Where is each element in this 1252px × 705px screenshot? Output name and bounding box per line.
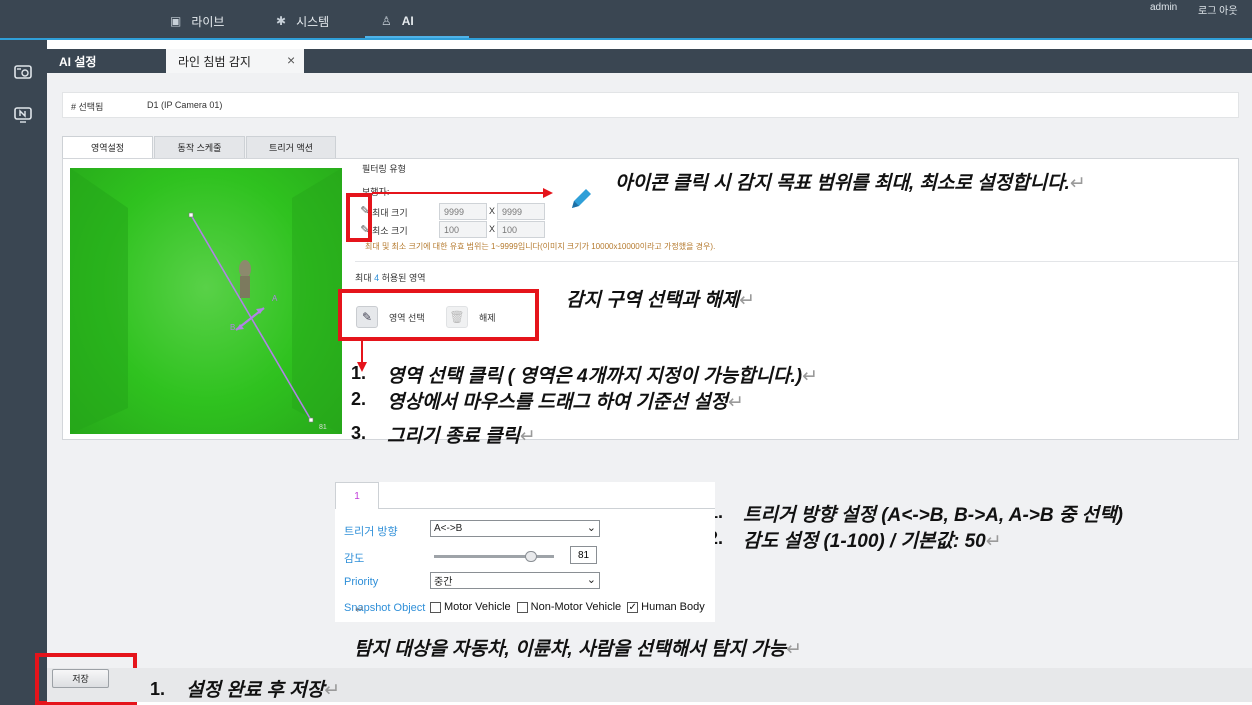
step1-number: 1.	[351, 363, 367, 383]
step3-number: 3.	[351, 423, 367, 443]
annotation-trigger2-text: 감도 설정 (1-100) / 기본값: 50	[743, 531, 986, 552]
annotation-object-note-text: 탐지 대상을 자동차, 이륜차, 사람을 선택해서 탐지 가능	[354, 639, 787, 660]
snapshot-return-mark: ↵	[355, 604, 365, 616]
annotation-icon-note: 아이콘 클릭 시 감지 목표 범위를 최대, 최소로 설정합니다.↵	[615, 168, 1086, 195]
non-motor-vehicle-label: Non-Motor Vehicle	[530, 601, 622, 613]
priority-select[interactable]: 중간 ⌄	[430, 572, 600, 589]
chevron-down-icon: ⌄	[586, 522, 596, 534]
save-button[interactable]: 저장	[52, 669, 109, 688]
annotation-trigger1: 트리거 방향 설정 (A<->B, B->A, A->B 중 선택)	[743, 500, 1123, 527]
rule-tab-1[interactable]: 1	[335, 482, 379, 509]
annotation-trigger2: 감도 설정 (1-100) / 기본값: 50↵	[743, 526, 1002, 553]
direction-select-value: A<->B	[434, 523, 463, 534]
snapshot-options: Motor Vehicle Non-Motor Vehicle ✓ Human …	[430, 601, 705, 613]
annotation-step3-text: 그리기 종료 클릭	[387, 426, 520, 447]
human-body-checkbox[interactable]: ✓	[627, 601, 639, 613]
annotation-step2-text: 영상에서 마우스를 드래그 하여 기준선 설정	[387, 392, 729, 413]
return-mark: ↵	[802, 366, 818, 387]
annotation-save-note-text: 설정 완료 후 저장	[186, 680, 325, 701]
annotation-area-note-text: 감지 구역 선택과 해제	[566, 290, 740, 311]
large-pencil-icon	[568, 186, 594, 217]
annotation-trigger1-text: 트리거 방향 설정 (A<->B, B->A, A->B 중 선택)	[743, 505, 1123, 526]
annotation-area-note: 감지 구역 선택과 해제↵	[566, 285, 755, 312]
annotation-icon-note-text: 아이콘 클릭 시 감지 목표 범위를 최대, 최소로 설정합니다.	[615, 173, 1070, 194]
rule-tab-line	[379, 508, 715, 509]
return-mark: ↵	[519, 426, 536, 447]
non-motor-vehicle-checkbox[interactable]	[516, 601, 528, 613]
save-step-number: 1.	[150, 679, 166, 699]
annotation-step1: 영역 선택 클릭 ( 영역은 4개까지 지정이 가능합니다.)↵	[387, 361, 818, 388]
annotation-save-note: 설정 완료 후 저장↵	[186, 675, 340, 702]
sensitivity-value-field[interactable]: 81	[570, 546, 597, 564]
return-mark: ↵	[739, 290, 756, 311]
annotation-step2: 영상에서 마우스를 드래그 하여 기준선 설정↵	[387, 387, 744, 414]
direction-label: 트리거 방향	[344, 526, 398, 538]
annotation-step3: 그리기 종료 클릭↵	[387, 421, 536, 448]
return-mark: ↵	[728, 392, 744, 413]
priority-label: Priority	[344, 576, 379, 588]
large-pencil-icon-glyph	[572, 189, 591, 208]
direction-select[interactable]: A<->B ⌄	[430, 520, 600, 537]
step2-number: 2.	[351, 389, 367, 409]
chevron-down-icon: ⌄	[586, 574, 596, 586]
return-mark: ↵	[1069, 173, 1086, 194]
annotation-step1-text: 영역 선택 클릭 ( 영역은 4개까지 지정이 가능합니다.)	[387, 366, 803, 387]
motor-vehicle-label: Motor Vehicle	[444, 601, 511, 613]
human-body-label: Human Body	[641, 601, 705, 613]
sensitivity-label: 감도	[344, 553, 365, 565]
sensitivity-slider-thumb[interactable]	[525, 551, 538, 562]
motor-vehicle-checkbox[interactable]	[430, 601, 441, 613]
return-mark: ↵	[324, 680, 341, 701]
annotation-object-note: 탐지 대상을 자동차, 이륜차, 사람을 선택해서 탐지 가능↵	[354, 634, 802, 661]
return-mark: ↵	[985, 531, 1002, 552]
return-mark: ↵	[786, 639, 802, 660]
priority-select-value: 중간	[434, 577, 453, 588]
